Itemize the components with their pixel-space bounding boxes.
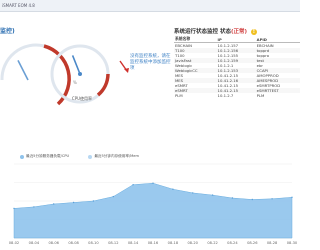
panel-status-highlight: (正常) — [230, 29, 247, 35]
x-tick-label: 08-02 — [9, 241, 19, 245]
data-point — [231, 197, 234, 199]
legend-label-cpu: 最近5分钟服务器负载/CPU — [26, 154, 70, 158]
x-tick-label: 08-10 — [88, 241, 99, 245]
data-point — [53, 203, 55, 205]
x-tick-label: 08-18 — [168, 241, 179, 245]
gauge2-percent: % — [73, 80, 77, 85]
load-chart: 08-02 08-04 08-06 08-08 08-10 08-12 08-14 08-16… — [0, 130, 300, 250]
panel-title: 系统运行状态监控 状态(正常) ! — [174, 28, 300, 36]
data-point — [132, 184, 134, 186]
data-point — [192, 192, 194, 194]
x-tick-label: 08-22 — [207, 241, 217, 245]
legend-swatch-mem — [88, 154, 93, 159]
warning-icon[interactable]: ! — [250, 28, 257, 35]
gauge2-needle — [71, 55, 81, 75]
panel-title-text: 系统运行状态监控 — [174, 29, 219, 35]
legend-item-cpu[interactable]: 最近5分钟服务器负载/CPU — [20, 154, 69, 159]
gauge1-needle — [17, 60, 29, 81]
system-status-panel: 系统运行状态监控 状态(正常) ! 系统名称 IP APID EBCHAIN 10… — [174, 28, 300, 98]
data-point — [271, 198, 273, 200]
section-label: 监控) — [0, 28, 15, 35]
x-tick-label: 08-30 — [287, 241, 298, 245]
status-message: 没有监控系统，请在监控系统中添加监控项 — [130, 54, 171, 71]
legend-swatch-cpu — [20, 154, 24, 159]
panel-status-label: 状态 — [219, 29, 231, 35]
x-tick-label: 08-04 — [29, 241, 40, 245]
x-tick-label: 08-08 — [68, 241, 79, 245]
cell-ip: 10.1.2.7 — [217, 93, 234, 98]
data-point — [13, 207, 15, 210]
gauge2-caption: CPU使用率 — [71, 96, 93, 101]
data-point — [72, 201, 75, 204]
data-point — [33, 206, 35, 208]
gauge2-hub — [78, 72, 82, 76]
gauge1-track — [0, 43, 45, 81]
data-point — [211, 194, 214, 196]
x-tick-label: 08-12 — [108, 241, 118, 245]
x-tick-label: 08-24 — [227, 241, 238, 245]
cell-name: PLM — [175, 93, 183, 98]
system-table: 系统名称 IP APID EBCHAIN 10.1.2.157 EBCHAIN T1… — [174, 36, 300, 98]
legend-item-mem[interactable]: 最近5分钟内存使用率/Mem — [88, 154, 139, 159]
data-point — [92, 200, 95, 202]
legend-label-mem: 最近5分钟内存使用率/Mem — [94, 154, 139, 158]
data-point — [291, 196, 293, 198]
arrow-icon — [119, 60, 129, 73]
series-area-0 — [13, 182, 293, 239]
window-title: iSMART EOM 4.8 — [0, 0, 300, 12]
data-point — [152, 182, 154, 184]
load-chart-svg: 08-02 08-04 08-06 08-08 08-10 08-12 08-14 08-16… — [9, 163, 298, 245]
cell-apid: PLM — [256, 93, 265, 98]
x-tick-label: 08-16 — [148, 241, 159, 245]
data-point — [251, 198, 253, 201]
x-tick-label: 08-28 — [267, 241, 278, 245]
gauge2-danger-arc — [96, 73, 110, 97]
data-point — [112, 195, 115, 198]
x-tick-label: 08-26 — [247, 241, 258, 245]
chart-legend: 最近5分钟服务器负载/CPU 最近5分钟内存使用率/Mem — [20, 154, 157, 160]
gauge-cpu — [50, 44, 110, 104]
data-point — [172, 188, 174, 190]
x-tick-label: 08-06 — [48, 241, 59, 245]
table-row[interactable]: PLM 10.1.2.7 PLM — [174, 93, 300, 98]
x-tick-label: 08-20 — [187, 241, 198, 245]
x-tick-label: 08-14 — [128, 241, 139, 245]
